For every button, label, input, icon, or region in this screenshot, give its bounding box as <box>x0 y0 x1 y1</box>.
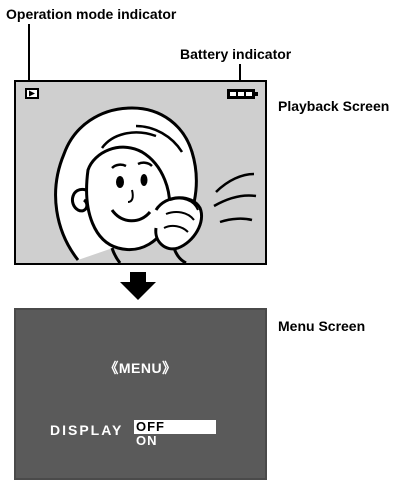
woman-with-glass-illustration <box>54 106 257 263</box>
menu-title: 《MENU》 <box>104 360 177 376</box>
playback-screen <box>14 80 267 265</box>
down-arrow-icon <box>120 272 156 300</box>
playback-screen-label: Playback Screen <box>278 98 390 114</box>
diagram: Operation mode indicator Battery indicat… <box>0 0 416 480</box>
menu-screen: 《MENU》 DISPLAY OFF ON <box>14 308 267 480</box>
operation-mode-indicator-label: Operation mode indicator <box>6 6 177 22</box>
battery-indicator-label: Battery indicator <box>180 46 292 62</box>
display-setting-label: DISPLAY <box>50 422 124 438</box>
operation-mode-leader-line <box>28 24 30 82</box>
display-option-on[interactable]: ON <box>136 434 158 448</box>
menu-screen-label: Menu Screen <box>278 318 366 334</box>
display-option-off[interactable]: OFF <box>134 420 216 434</box>
